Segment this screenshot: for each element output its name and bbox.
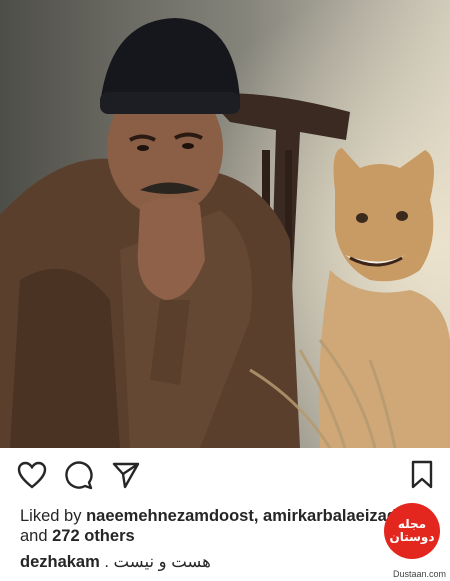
share-button[interactable] [110,462,142,492]
likes-prefix: Liked by [20,507,82,525]
liked-users-link[interactable]: naeemehnezamdoost, amirkarbalaeizadeh [86,507,416,525]
caption-username[interactable]: dezhakam [20,553,100,571]
site-watermark: مجله دوستان Dustaan.com [382,503,446,579]
likes-and: and [20,527,48,545]
post-action-bar [0,448,450,504]
bookmark-icon [410,460,434,495]
likes-others-link[interactable]: 272 others [52,527,135,545]
save-button[interactable] [406,460,438,495]
like-button[interactable] [16,461,48,494]
watermark-url: Dustaan.com [392,569,446,579]
likes-summary: Liked by naeemehnezamdoost, amirkarbalae… [20,506,440,546]
post-photo[interactable] [0,0,450,448]
caption-text: هست و نیست . [104,553,211,571]
comment-icon [63,460,93,495]
paper-plane-icon [111,460,141,495]
post-photo-illustration [0,0,450,448]
heart-icon [17,461,47,494]
watermark-logo: مجله دوستان [384,503,440,559]
comment-button[interactable] [62,460,94,495]
post-caption: dezhakam هست و نیست . [20,552,211,572]
